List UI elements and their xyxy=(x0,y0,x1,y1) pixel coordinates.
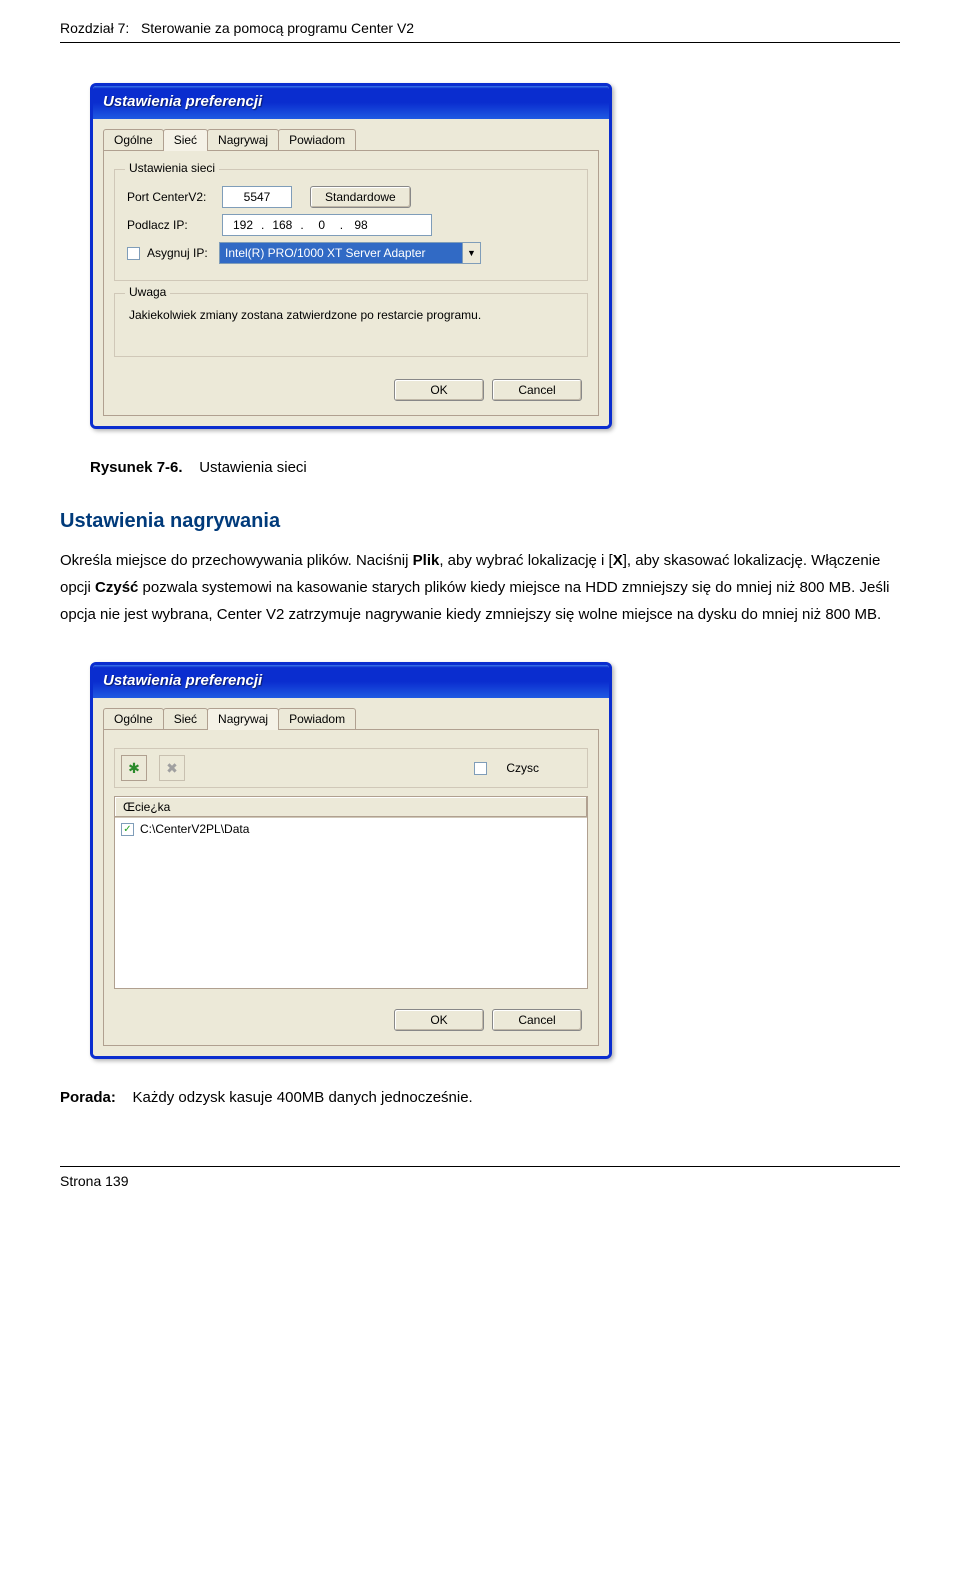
port-input[interactable] xyxy=(222,186,292,208)
chapter-header: Rozdział 7: Sterowanie za pomocą program… xyxy=(60,20,900,43)
tab-bar: Ogólne Sieć Nagrywaj Powiadom xyxy=(103,708,599,730)
network-settings-group: Ustawienia sieci Port CenterV2: Standard… xyxy=(114,169,588,281)
delete-icon: ✖ xyxy=(166,760,178,777)
tab-notify[interactable]: Powiadom xyxy=(278,708,356,729)
tab-network[interactable]: Sieć xyxy=(163,708,208,729)
ok-button[interactable]: OK xyxy=(394,379,484,401)
adapter-value: Intel(R) PRO/1000 XT Server Adapter xyxy=(219,242,463,264)
connect-ip-input[interactable]: 192. 168. 0. 98 xyxy=(222,214,432,236)
path-listbox: Œcie¿ka ✓ C:\CenterV2PL\Data xyxy=(114,796,588,989)
section-heading: Ustawienia nagrywania xyxy=(60,510,900,533)
figure-text: Ustawienia sieci xyxy=(199,459,307,476)
figure-label: Rysunek 7-6. xyxy=(90,459,183,476)
note-text: Jakiekolwiek zmiany zostana zatwierdzone… xyxy=(127,304,575,346)
note-group: Uwaga Jakiekolwiek zmiany zostana zatwie… xyxy=(114,293,588,357)
chapter-title: Sterowanie za pomocą programu Center V2 xyxy=(141,20,414,36)
assign-ip-label: Asygnuj IP: xyxy=(147,246,219,260)
dialog-title: Ustawienia preferencji xyxy=(93,86,609,119)
path-value: C:\CenterV2PL\Data xyxy=(140,822,249,836)
ok-button[interactable]: OK xyxy=(394,1009,484,1031)
dialog-title: Ustawienia preferencji xyxy=(93,665,609,698)
note-legend: Uwaga xyxy=(125,285,170,299)
tab-general[interactable]: Ogólne xyxy=(103,708,164,729)
chevron-down-icon[interactable]: ▼ xyxy=(463,242,481,264)
port-label: Port CenterV2: xyxy=(127,190,222,204)
cancel-button[interactable]: Cancel xyxy=(492,1009,582,1031)
recording-description: Określa miejsce do przechowywania plików… xyxy=(60,547,900,628)
tip-label: Porada: xyxy=(60,1089,116,1106)
assign-ip-checkbox[interactable] xyxy=(127,247,140,260)
figure-caption: Rysunek 7-6. Ustawienia sieci xyxy=(90,459,900,476)
default-port-button[interactable]: Standardowe xyxy=(310,186,411,208)
tab-network[interactable]: Sieć xyxy=(163,129,208,151)
add-path-button[interactable]: ✱ xyxy=(121,755,147,781)
tab-notify[interactable]: Powiadom xyxy=(278,129,356,150)
preferences-dialog-network: Ustawienia preferencji Ogólne Sieć Nagry… xyxy=(90,83,612,429)
path-row-checkbox[interactable]: ✓ xyxy=(121,823,134,836)
tab-record[interactable]: Nagrywaj xyxy=(207,708,279,730)
connect-ip-label: Podlacz IP: xyxy=(127,218,222,232)
preferences-dialog-record: Ustawienia preferencji Ogólne Sieć Nagry… xyxy=(90,662,612,1059)
tab-bar: Ogólne Sieć Nagrywaj Powiadom xyxy=(103,129,599,151)
recycle-label: Czysc xyxy=(506,761,539,775)
asterisk-icon: ✱ xyxy=(128,760,140,777)
page-footer: Strona 139 xyxy=(60,1166,900,1189)
network-legend: Ustawienia sieci xyxy=(125,161,219,175)
page-number: Strona 139 xyxy=(60,1173,129,1189)
list-item[interactable]: ✓ C:\CenterV2PL\Data xyxy=(121,822,581,836)
tip-line: Porada: Każdy odzysk kasuje 400MB danych… xyxy=(60,1089,900,1106)
delete-path-button[interactable]: ✖ xyxy=(159,755,185,781)
recycle-checkbox[interactable] xyxy=(474,762,487,775)
tab-general[interactable]: Ogólne xyxy=(103,129,164,150)
record-toolbar: ✱ ✖ Czysc xyxy=(114,748,588,788)
tab-record[interactable]: Nagrywaj xyxy=(207,129,279,150)
path-column-header[interactable]: Œcie¿ka xyxy=(115,797,587,818)
chapter-prefix: Rozdział 7: xyxy=(60,20,129,36)
cancel-button[interactable]: Cancel xyxy=(492,379,582,401)
tip-text: Każdy odzysk kasuje 400MB danych jednocz… xyxy=(133,1089,473,1106)
adapter-select[interactable]: Intel(R) PRO/1000 XT Server Adapter ▼ xyxy=(219,242,481,264)
